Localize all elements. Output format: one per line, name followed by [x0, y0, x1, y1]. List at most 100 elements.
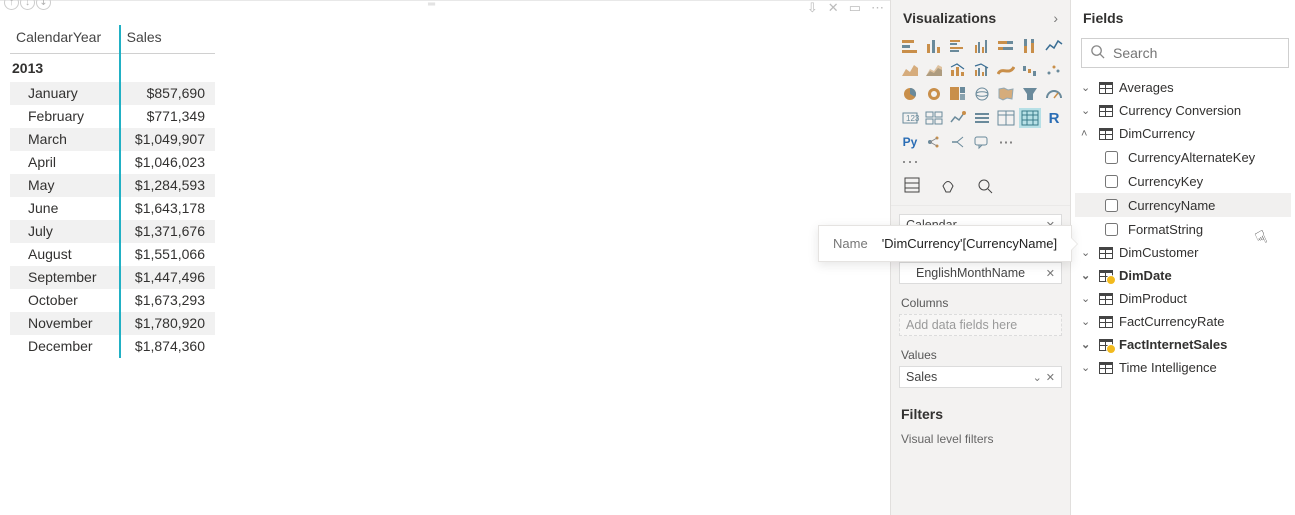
well-field-label: Sales — [906, 370, 937, 384]
focus-icon[interactable]: ▭ — [849, 0, 861, 16]
more-icon[interactable]: ⋯ — [871, 0, 884, 16]
pane-title: Visualizations — [903, 10, 996, 26]
stacked-column-icon[interactable] — [923, 36, 945, 56]
table-averages[interactable]: ⌄ Averages — [1075, 76, 1291, 99]
table-factcurrencyrate[interactable]: ⌄ FactCurrencyRate — [1075, 310, 1291, 333]
fields-pane: Fields ⌄ Averages ⌄ Currency Conversion … — [1070, 0, 1295, 515]
visual-drill-icons[interactable]: ↑ ↓ ↧ — [4, 0, 51, 10]
field-currencyalternatekey[interactable]: CurrencyAlternateKey — [1075, 145, 1291, 169]
remove-field-icon[interactable]: ✕ — [1046, 267, 1055, 280]
table-dimproduct[interactable]: ⌄ DimProduct — [1075, 287, 1291, 310]
py-visual-icon[interactable]: Py — [899, 132, 921, 152]
fields-tab-icon[interactable] — [903, 176, 921, 197]
pane-title: Fields — [1083, 10, 1123, 26]
field-checkbox[interactable] — [1105, 175, 1118, 188]
pin-icon[interactable]: ⇩ — [807, 0, 818, 16]
line-stacked-icon[interactable] — [947, 60, 969, 80]
field-label: FormatString — [1128, 222, 1203, 237]
table-currency-conversion[interactable]: ⌄ Currency Conversion — [1075, 99, 1291, 122]
chevron-up-icon: ˄ — [1081, 128, 1093, 140]
map-icon[interactable] — [971, 84, 993, 104]
decomposition-icon[interactable] — [947, 132, 969, 152]
drill-up-icon[interactable]: ↑ — [4, 0, 19, 10]
treemap-icon[interactable] — [947, 84, 969, 104]
table-icon — [1099, 293, 1113, 305]
r-visual-icon[interactable]: R — [1043, 108, 1065, 128]
field-checkbox[interactable] — [1105, 223, 1118, 236]
field-checkbox[interactable] — [1105, 151, 1118, 164]
scatter-icon[interactable] — [1043, 60, 1065, 80]
values-well-sales[interactable]: Sales ⌄ ✕ — [899, 366, 1062, 388]
col-header-sales[interactable]: Sales — [120, 25, 215, 54]
columns-well-placeholder[interactable]: Add data fields here — [899, 314, 1062, 336]
table-label: DimDate — [1119, 268, 1172, 283]
field-label: CurrencyKey — [1128, 174, 1203, 189]
key-influencer-icon[interactable] — [923, 132, 945, 152]
format-tab-icon[interactable] — [939, 176, 957, 197]
month-cell: October — [10, 289, 120, 312]
table-dimcurrency[interactable]: ˄ DimCurrency — [1075, 122, 1291, 145]
field-currencykey[interactable]: CurrencyKey — [1075, 169, 1291, 193]
line-clustered-icon[interactable] — [971, 60, 993, 80]
line-chart-icon[interactable] — [1043, 36, 1065, 56]
visual-gripper-icon[interactable]: ═ — [428, 0, 436, 10]
year-cell[interactable]: 2013 — [10, 54, 120, 83]
table-factinternetsales[interactable]: ⌄ FactInternetSales — [1075, 333, 1291, 356]
stacked-bar-icon[interactable] — [899, 36, 921, 56]
chevron-down-icon: ⌄ — [1081, 104, 1093, 117]
filled-map-icon[interactable] — [995, 84, 1017, 104]
rows-well-month[interactable]: EnglishMonthName ✕ — [899, 262, 1062, 284]
field-currencyname[interactable]: CurrencyName — [1075, 193, 1291, 217]
gauge-icon[interactable] — [1043, 84, 1065, 104]
search-input[interactable] — [1081, 38, 1289, 68]
table-label: Time Intelligence — [1119, 360, 1217, 375]
stacked100-column-icon[interactable] — [1019, 36, 1041, 56]
chevron-down-icon: ⌄ — [1081, 81, 1093, 94]
sales-cell: $771,349 — [120, 105, 215, 128]
custom-visual-icon[interactable]: ⋯ — [995, 132, 1017, 152]
gallery-overflow-icon[interactable]: ⋯ — [891, 156, 1070, 168]
clustered-column-icon[interactable] — [971, 36, 993, 56]
table-label: DimProduct — [1119, 291, 1187, 306]
field-checkbox[interactable] — [1105, 199, 1118, 212]
filter-icon[interactable]: ✕ — [828, 0, 839, 16]
table-label: Currency Conversion — [1119, 103, 1241, 118]
ribbon-chart-icon[interactable] — [995, 60, 1017, 80]
table-dimdate[interactable]: ⌄ DimDate — [1075, 264, 1291, 287]
table-timeintelligence[interactable]: ⌄ Time Intelligence — [1075, 356, 1291, 379]
pie-chart-icon[interactable] — [899, 84, 921, 104]
expand-icon[interactable]: ↧ — [36, 0, 51, 10]
clustered-bar-icon[interactable] — [947, 36, 969, 56]
remove-field-icon[interactable]: ✕ — [1046, 371, 1055, 384]
multi-card-icon[interactable] — [923, 108, 945, 128]
sales-cell: $1,371,676 — [120, 220, 215, 243]
stacked-area-icon[interactable] — [923, 60, 945, 80]
stacked100-bar-icon[interactable] — [995, 36, 1017, 56]
kpi-icon[interactable] — [947, 108, 969, 128]
table-icon[interactable] — [995, 108, 1017, 128]
collapse-pane-icon[interactable]: › — [1053, 10, 1058, 26]
qa-visual-icon[interactable] — [971, 132, 993, 152]
table-icon — [1099, 105, 1113, 117]
col-header-calendar[interactable]: CalendarYear — [10, 25, 120, 54]
chevron-down-icon[interactable]: ⌄ — [1033, 371, 1042, 384]
search-field[interactable] — [1113, 45, 1280, 61]
matrix-visual[interactable]: CalendarYear Sales 2013 January$857,690 … — [10, 25, 215, 358]
sales-cell: $1,551,066 — [120, 243, 215, 266]
analytics-tab-icon[interactable] — [975, 176, 993, 197]
donut-chart-icon[interactable] — [923, 84, 945, 104]
month-cell: December — [10, 335, 120, 358]
svg-text:123: 123 — [906, 114, 919, 123]
funnel-icon[interactable] — [1019, 84, 1041, 104]
matrix-icon[interactable] — [1019, 108, 1041, 128]
visual-header-icons[interactable]: ⇩ ✕ ▭ ⋯ — [807, 0, 884, 16]
tooltip-label: Name — [833, 236, 868, 251]
drill-down-icon[interactable]: ↓ — [20, 0, 35, 10]
month-cell: April — [10, 151, 120, 174]
table-icon — [1099, 128, 1113, 140]
report-canvas[interactable]: ↑ ↓ ↧ ═ ⇩ ✕ ▭ ⋯ CalendarYear Sales 2013 … — [0, 0, 890, 515]
waterfall-icon[interactable] — [1019, 60, 1041, 80]
area-chart-icon[interactable] — [899, 60, 921, 80]
slicer-icon[interactable] — [971, 108, 993, 128]
card-icon[interactable]: 123 — [899, 108, 921, 128]
